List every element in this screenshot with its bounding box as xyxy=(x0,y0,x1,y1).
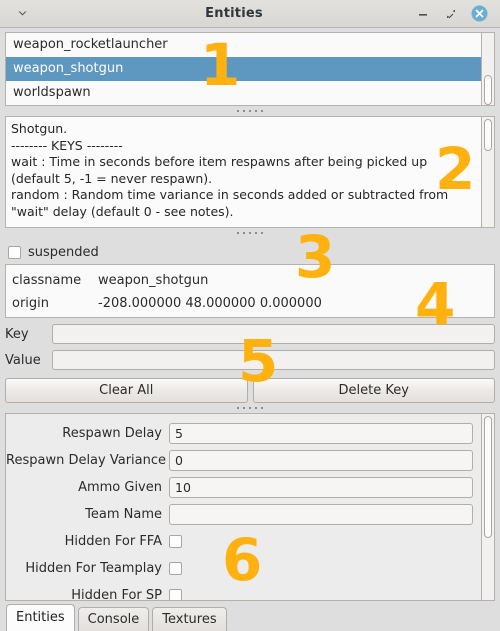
hidden-for-teamplay-checkbox[interactable] xyxy=(169,562,182,575)
entity-properties-form: Respawn Delay Respawn Delay Variance Amm… xyxy=(5,413,481,601)
window-menu-button[interactable] xyxy=(6,7,66,20)
splitter-list-description[interactable] xyxy=(0,106,500,116)
respawn-delay-label: Respawn Delay xyxy=(62,426,162,441)
chevron-down-icon xyxy=(18,11,27,16)
hidden-for-ffa-label: Hidden For FFA xyxy=(64,534,162,549)
close-icon xyxy=(471,5,487,22)
suspended-label: suspended xyxy=(28,244,99,260)
table-row[interactable]: classname weapon_shotgun xyxy=(12,269,494,292)
entity-flags-row: suspended xyxy=(8,242,495,262)
form-row-respawn-delay-variance: Respawn Delay Variance xyxy=(6,447,481,474)
tab-console[interactable]: Console xyxy=(77,607,150,631)
delete-key-button[interactable]: Delete Key xyxy=(252,378,495,403)
form-scrollbar[interactable] xyxy=(481,413,495,601)
key-value-entry: Key Value xyxy=(5,321,495,373)
entity-list-scrollbar[interactable] xyxy=(481,32,495,106)
splitter-grip-icon xyxy=(237,110,263,112)
splitter-buttons-form[interactable] xyxy=(0,403,500,413)
respawn-delay-variance-label: Respawn Delay Variance xyxy=(6,453,167,468)
action-buttons: Clear All Delete Key xyxy=(5,378,495,403)
title-bar: Entities xyxy=(0,0,500,28)
team-name-label: Team Name xyxy=(85,507,162,522)
form-row-hidden-for-ffa: Hidden For FFA xyxy=(6,528,481,555)
hidden-for-ffa-checkbox[interactable] xyxy=(169,535,182,548)
form-row-hidden-for-sp: Hidden For SP xyxy=(6,582,481,601)
property-value: weapon_shotgun xyxy=(98,273,209,288)
scrollbar-thumb[interactable] xyxy=(484,416,492,538)
entity-list[interactable]: weapon_rocketlauncher weapon_shotgun wor… xyxy=(5,32,481,106)
entity-description-text: Shotgun. -------- KEYS -------- wait : T… xyxy=(5,116,481,228)
minimize-button[interactable] xyxy=(414,5,432,23)
entity-list-container: weapon_rocketlauncher weapon_shotgun wor… xyxy=(5,32,495,106)
property-table[interactable]: classname weapon_shotgun origin -208.000… xyxy=(5,264,495,318)
hidden-for-sp-label: Hidden For SP xyxy=(71,588,162,601)
scrollbar-thumb[interactable] xyxy=(484,119,492,151)
entities-window: Entities weapon_rocketlauncher weapon_sh… xyxy=(0,0,500,631)
minimize-icon xyxy=(419,13,427,16)
hidden-for-sp-checkbox[interactable] xyxy=(169,589,182,600)
tab-entities[interactable]: Entities xyxy=(6,604,75,631)
ammo-given-label: Ammo Given xyxy=(78,480,162,495)
value-label: Value xyxy=(5,352,41,368)
description-scrollbar[interactable] xyxy=(481,116,495,228)
value-input[interactable] xyxy=(52,350,495,370)
description-container: Shotgun. -------- KEYS -------- wait : T… xyxy=(5,116,495,228)
team-name-input[interactable] xyxy=(169,504,473,525)
restore-button[interactable] xyxy=(442,5,460,23)
table-row[interactable]: origin -208.000000 48.000000 0.000000 xyxy=(12,292,494,315)
form-row-ammo-given: Ammo Given xyxy=(6,474,481,501)
suspended-checkbox[interactable] xyxy=(8,245,21,259)
value-entry-row: Value xyxy=(5,347,495,373)
hidden-for-teamplay-label: Hidden For Teamplay xyxy=(25,561,162,576)
key-label: Key xyxy=(5,326,29,342)
form-row-team-name: Team Name xyxy=(6,501,481,528)
bottom-tab-bar: Entities Console Textures xyxy=(0,601,500,631)
clear-all-button[interactable]: Clear All xyxy=(5,378,248,403)
splitter-grip-icon xyxy=(237,232,263,234)
key-input[interactable] xyxy=(52,324,495,344)
key-entry-row: Key xyxy=(5,321,495,347)
respawn-delay-variance-input[interactable] xyxy=(169,450,473,471)
tab-textures[interactable]: Textures xyxy=(152,607,227,631)
list-item[interactable]: worldspawn xyxy=(6,81,481,105)
scrollbar-thumb[interactable] xyxy=(484,75,492,105)
window-title: Entities xyxy=(205,6,263,21)
form-row-respawn-delay: Respawn Delay xyxy=(6,420,481,447)
ammo-given-input[interactable] xyxy=(169,477,473,498)
list-item[interactable]: weapon_rocketlauncher xyxy=(6,33,481,57)
close-button[interactable] xyxy=(470,5,488,23)
restore-icon xyxy=(447,9,455,18)
property-key: origin xyxy=(12,296,50,311)
form-row-hidden-for-teamplay: Hidden For Teamplay xyxy=(6,555,481,582)
splitter-grip-icon xyxy=(237,407,263,409)
entity-properties-form-container: Respawn Delay Respawn Delay Variance Amm… xyxy=(5,413,495,601)
respawn-delay-input[interactable] xyxy=(169,423,473,444)
list-item[interactable]: weapon_shotgun xyxy=(6,57,481,81)
property-key: classname xyxy=(12,273,82,288)
splitter-description-flags[interactable] xyxy=(0,228,500,238)
property-value: -208.000000 48.000000 0.000000 xyxy=(98,296,322,311)
